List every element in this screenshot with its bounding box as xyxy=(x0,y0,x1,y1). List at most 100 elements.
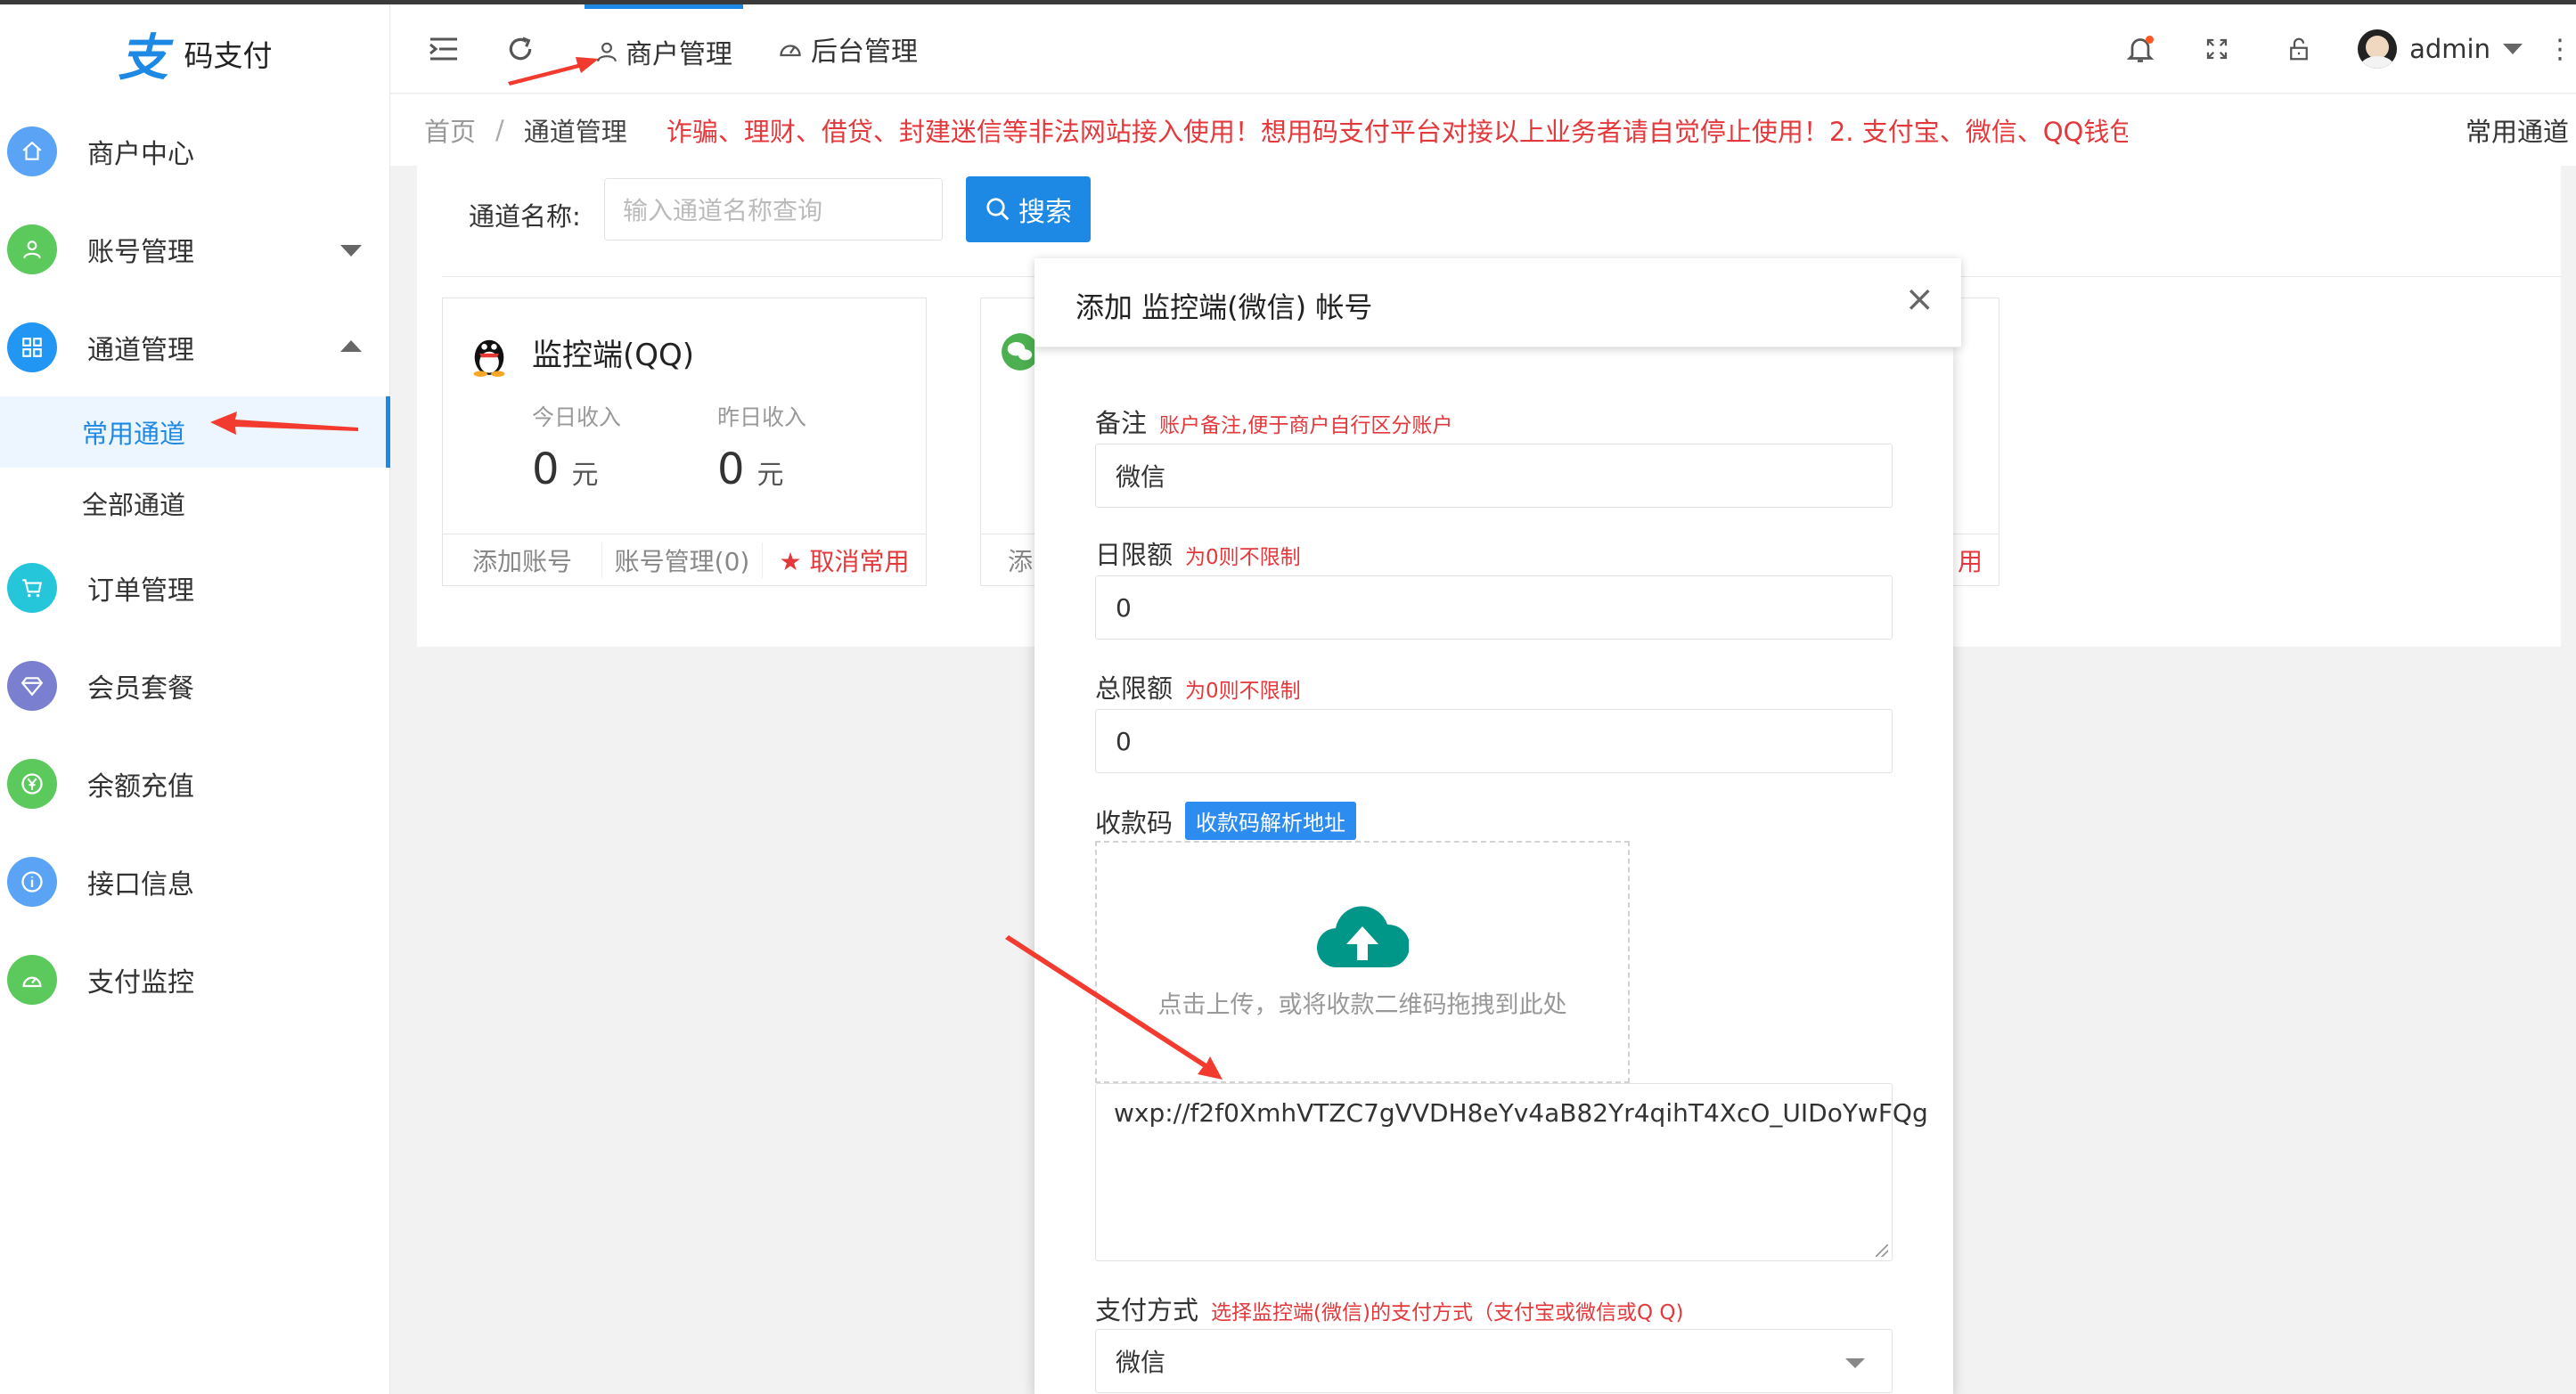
qr-upload-dropzone[interactable]: 点击上传，或将收款二维码拖拽到此处 xyxy=(1095,841,1630,1083)
sidebar-item-label: 订单管理 xyxy=(87,575,194,607)
bell-icon[interactable] xyxy=(2114,4,2167,94)
resize-grip-icon[interactable] xyxy=(1876,1244,1888,1257)
sidebar-subitem-label: 常用通道 xyxy=(82,419,186,449)
username: admin xyxy=(2409,34,2490,64)
home-icon xyxy=(7,126,57,176)
breadcrumb: 首页 / 通道管理 诈骗、理财、借贷、封建迷信等非法网站接入使用！想用码支付平台… xyxy=(390,94,2576,166)
remove-favorite-button[interactable]: 用 xyxy=(1958,542,1983,578)
remark-tip: 账户备注,便于商户自行区分账户 xyxy=(1159,414,1453,437)
chevron-down-icon xyxy=(1845,1358,1865,1368)
sidebar-subitem-all-channel[interactable]: 全部通道 xyxy=(0,468,390,539)
cloud-upload-icon xyxy=(1317,905,1409,967)
sidebar-item-label: 余额充值 xyxy=(87,771,194,803)
qr-url-textarea[interactable]: wxp://f2f0XmhVTZC7gVVDH8eYv4aB82Yr4qihT4… xyxy=(1095,1083,1928,1261)
breadcrumb-separator: / xyxy=(495,115,504,145)
chevron-down-icon xyxy=(2503,44,2523,54)
user-outline-icon xyxy=(597,42,617,61)
sidebar-item-membership[interactable]: 会员套餐 xyxy=(0,637,390,735)
total-limit-tip: 为0则不限制 xyxy=(1185,680,1301,703)
sidebar-item-label: 接口信息 xyxy=(87,869,194,901)
card-title: 监控端(QQ) xyxy=(532,338,695,373)
search-button[interactable]: 搜索 xyxy=(966,176,1091,242)
pay-method-select[interactable]: 微信 xyxy=(1095,1329,1893,1393)
add-account-button[interactable]: 添加账号 xyxy=(443,542,601,578)
sidebar-item-label: 通道管理 xyxy=(87,335,194,366)
tab-common-channel[interactable]: 常用通道 xyxy=(2438,94,2576,166)
yen-icon xyxy=(7,759,57,809)
notice-marquee: 诈骗、理财、借贷、封建迷信等非法网站接入使用！想用码支付平台对接以上业务者请自觉… xyxy=(666,117,2128,147)
nav-merchant-management[interactable]: 商户管理 xyxy=(585,4,743,94)
today-income-value: 0元 xyxy=(532,444,599,494)
top-header: 商户管理 后台管理 admin ⋮ xyxy=(390,4,2576,94)
total-limit-label: 总限额 为0则不限制 xyxy=(1095,673,1301,704)
diamond-icon xyxy=(7,661,57,711)
qr-code-label: 收款码 收款码解析地址 xyxy=(1095,802,1357,840)
sidebar-item-channel[interactable]: 通道管理 xyxy=(0,298,390,396)
pay-method-value: 微信 xyxy=(1116,1348,1166,1377)
sidebar-item-label: 会员套餐 xyxy=(87,673,194,705)
info-icon xyxy=(7,857,57,907)
daily-limit-input[interactable]: 0 xyxy=(1095,575,1893,640)
nav-backend-management[interactable]: 后台管理 xyxy=(777,4,918,94)
gauge-icon xyxy=(7,955,57,1005)
remove-favorite-button[interactable]: ★ 取消常用 xyxy=(762,542,926,578)
total-limit-input[interactable]: 0 xyxy=(1095,709,1893,773)
sidebar-item-label: 账号管理 xyxy=(87,237,194,268)
yesterday-income-value: 0元 xyxy=(717,444,784,494)
breadcrumb-current: 通道管理 xyxy=(523,117,627,147)
sidebar-item-recharge[interactable]: 余额充值 xyxy=(0,735,390,833)
nav-label: 后台管理 xyxy=(811,37,918,68)
sidebar-menu: 商户中心 账号管理 通道管理 常用通道 全部通道 订单管理 会员套餐 余额充值 … xyxy=(0,102,390,1029)
channel-card-qq: 监控端(QQ) 今日收入 昨日收入 0元 0元 添加账号 账号管理(0) ★ 取… xyxy=(442,298,927,586)
cart-icon xyxy=(7,563,57,613)
user-menu[interactable]: admin xyxy=(2358,4,2523,94)
search-icon xyxy=(986,198,1010,221)
sidebar-item-pay-monitor[interactable]: 支付监控 xyxy=(0,931,390,1029)
sidebar-item-label: 支付监控 xyxy=(87,967,194,999)
fullscreen-icon[interactable] xyxy=(2190,4,2244,94)
dashboard-icon xyxy=(780,45,801,57)
refresh-icon[interactable] xyxy=(494,4,547,94)
star-icon: ★ xyxy=(779,546,810,576)
today-income-label: 今日收入 xyxy=(532,404,622,430)
logo[interactable]: 支 码支付 xyxy=(0,4,390,102)
logo-icon: 支 xyxy=(118,28,168,87)
lock-icon[interactable] xyxy=(2272,4,2326,94)
daily-limit-label: 日限额 为0则不限制 xyxy=(1095,540,1301,570)
sidebar-item-account[interactable]: 账号管理 xyxy=(0,200,390,298)
breadcrumb-home[interactable]: 首页 xyxy=(424,111,476,149)
remark-label: 备注 账户备注,便于商户自行区分账户 xyxy=(1095,408,1453,438)
daily-limit-tip: 为0则不限制 xyxy=(1185,546,1301,569)
sidebar-subitem-common-channel[interactable]: 常用通道 xyxy=(0,396,390,468)
sidebar-item-label: 商户中心 xyxy=(87,139,194,170)
apps-icon xyxy=(7,322,57,372)
add-account-button[interactable]: 添 xyxy=(1008,542,1033,578)
close-icon[interactable]: × xyxy=(1904,281,1934,317)
card-footer: 添加账号 账号管理(0) ★ 取消常用 xyxy=(443,534,926,585)
modal-title: 添加 监控端(微信) 帐号 xyxy=(1075,290,1373,324)
user-icon xyxy=(7,224,57,274)
sidebar-item-merchant-center[interactable]: 商户中心 xyxy=(0,102,390,200)
sidebar: 支 码支付 商户中心 账号管理 通道管理 常用通道 全部通道 订单管理 会员套餐… xyxy=(0,4,390,1394)
app-title: 码支付 xyxy=(184,38,273,73)
more-vertical-icon[interactable]: ⋮ xyxy=(2544,4,2576,94)
modal-header: 添加 监控端(微信) 帐号 × xyxy=(1034,258,1961,347)
sidebar-item-orders[interactable]: 订单管理 xyxy=(0,539,390,637)
sidebar-item-api-info[interactable]: 接口信息 xyxy=(0,833,390,931)
chevron-up-icon xyxy=(340,340,362,352)
remark-input[interactable]: 微信 xyxy=(1095,444,1893,508)
search-button-label: 搜索 xyxy=(1018,197,1072,228)
pay-method-label: 支付方式 选择监控端(微信)的支付方式（支付宝或微信或Q Q) xyxy=(1095,1295,1684,1325)
qq-icon xyxy=(473,339,505,377)
nav-label: 商户管理 xyxy=(626,38,732,70)
add-account-modal: 备注 账户备注,便于商户自行区分账户 微信 日限额 为0则不限制 0 总限额 为0则不… xyxy=(1034,347,1953,1394)
menu-fold-icon[interactable] xyxy=(417,4,470,94)
search-label: 通道名称: xyxy=(469,201,581,232)
avatar xyxy=(2358,29,2398,69)
yesterday-income-label: 昨日收入 xyxy=(717,404,807,430)
chevron-down-icon xyxy=(340,245,362,257)
pay-method-tip: 选择监控端(微信)的支付方式（支付宝或微信或Q Q) xyxy=(1211,1301,1684,1325)
manage-account-button[interactable]: 账号管理(0) xyxy=(601,542,762,578)
qr-parse-button[interactable]: 收款码解析地址 xyxy=(1185,802,1357,840)
search-input[interactable]: 输入通道名称查询 xyxy=(604,178,943,240)
